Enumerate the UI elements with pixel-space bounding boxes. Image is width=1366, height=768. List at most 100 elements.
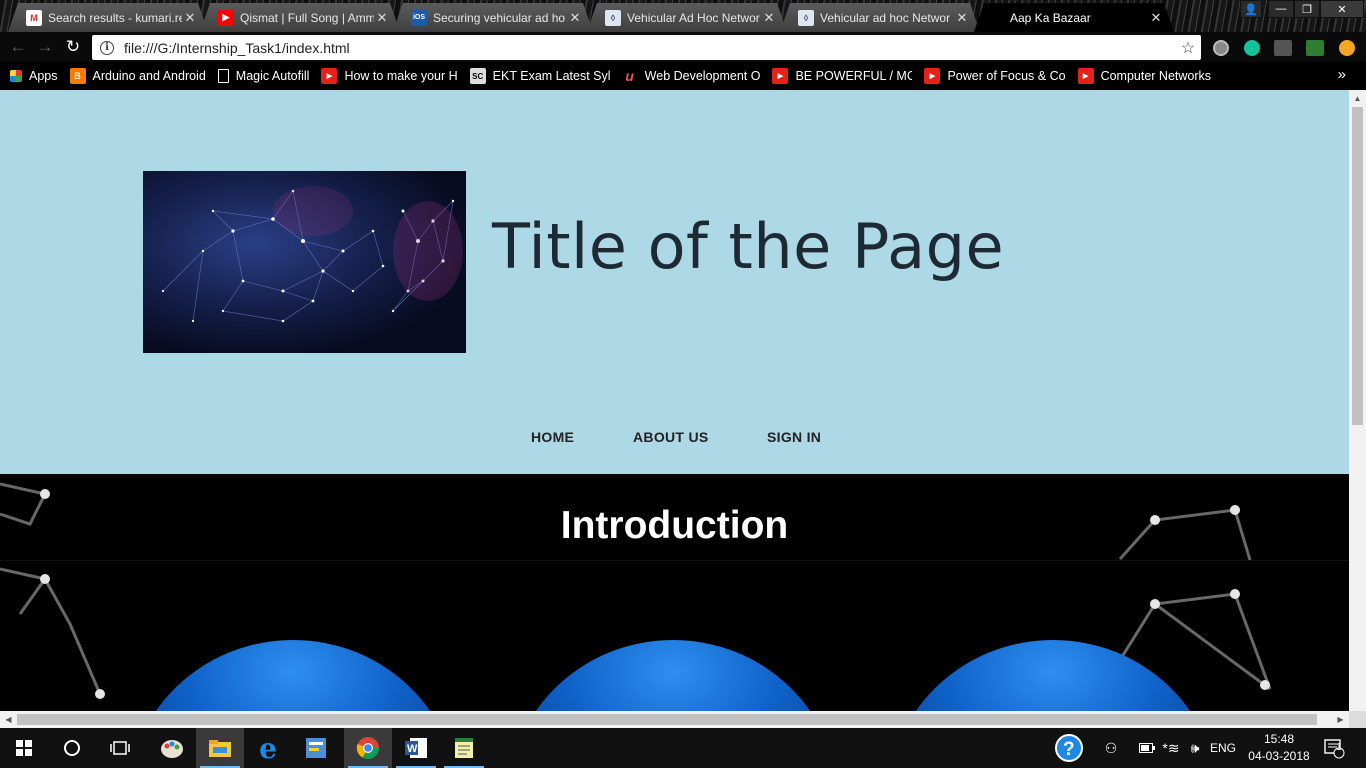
tab-title: Search results - kumari.re xyxy=(48,10,182,25)
windows-taskbar: e W ? ⚇ *≋ 🕪 ENG 15:48 04-03-2018 1 xyxy=(0,728,1366,768)
action-center-icon[interactable]: 1 xyxy=(1318,728,1350,768)
network-graphic xyxy=(161,186,463,323)
close-icon[interactable]: ✕ xyxy=(954,10,970,26)
bookmark-label: EKT Exam Latest Sylla xyxy=(492,69,610,83)
intro-heading: Introduction xyxy=(560,504,789,547)
bookmark-label: Arduino and Android xyxy=(92,69,206,83)
chrome-icon[interactable] xyxy=(344,728,392,768)
bookmark-label: BE POWERFUL / MOT xyxy=(795,69,913,83)
reload-button[interactable]: ↻ xyxy=(63,37,83,57)
vertical-scrollbar[interactable]: ▲ xyxy=(1349,90,1366,711)
cortana-search-icon[interactable] xyxy=(48,728,96,768)
info-icon[interactable]: i xyxy=(100,40,114,55)
myntra-extension-icon[interactable] xyxy=(1274,40,1292,56)
bookmark-how-to[interactable]: ▶ How to make your H xyxy=(321,65,458,87)
bookmark-star-icon[interactable]: ☆ xyxy=(1175,38,1201,58)
close-icon[interactable]: ✕ xyxy=(567,10,583,26)
bookmark-magic-autofill[interactable]: Magic Autofill xyxy=(217,65,310,87)
paint-icon[interactable] xyxy=(148,728,196,768)
bookmark-web-dev[interactable]: u Web Development O xyxy=(622,65,761,87)
page-icon xyxy=(217,69,229,83)
back-button[interactable]: ← xyxy=(8,37,28,57)
youtube-icon: ▶ xyxy=(218,10,234,26)
page-header: Title of the Page HOME ABOUT US SIGN IN xyxy=(0,90,1349,474)
bookmarks-bar: Apps B Arduino and Android Magic Autofil… xyxy=(0,62,1366,90)
bookmark-ekt[interactable]: SC EKT Exam Latest Sylla xyxy=(469,65,610,87)
profile-icon[interactable]: 👤 xyxy=(1240,0,1262,18)
chevron-right-icon[interactable]: » xyxy=(1338,66,1346,83)
notification-count: 1 xyxy=(1336,742,1342,753)
bookmark-label: Power of Focus & Co xyxy=(947,69,1066,83)
help-icon[interactable]: ? xyxy=(1051,728,1087,768)
restore-button[interactable]: ❐ xyxy=(1294,0,1320,18)
network-banner-image xyxy=(143,171,466,353)
bookmark-label: Web Development O xyxy=(644,69,761,83)
task-view-icon[interactable] xyxy=(96,728,144,768)
gmail-icon: M xyxy=(26,10,42,26)
apps-grid-icon xyxy=(10,70,22,82)
bookmark-label: Magic Autofill xyxy=(235,69,310,83)
close-icon[interactable]: ✕ xyxy=(182,10,198,26)
tab-vehicular-2[interactable]: ◊ Vehicular ad hoc Networ ✕ xyxy=(780,3,980,32)
browser-toolbar: ← → ↻ i file:///G:/Internship_Task1/inde… xyxy=(0,32,1366,62)
tab-securing-vehicular[interactable]: iOS Securing vehicular ad ho ✕ xyxy=(393,3,593,32)
tab-title: Qismat | Full Song | Amm xyxy=(240,10,374,25)
horizontal-scroll-thumb[interactable] xyxy=(17,714,1317,725)
clock-date: 04-03-2018 xyxy=(1248,749,1310,763)
tab-title: Securing vehicular ad ho xyxy=(433,10,566,25)
tab-gmail[interactable]: M Search results - kumari.re ✕ xyxy=(8,3,208,32)
tab-title: Vehicular Ad Hoc Networ xyxy=(627,10,760,25)
scroll-up-arrow-icon[interactable]: ▲ xyxy=(1349,90,1366,107)
blogger-icon: B xyxy=(69,68,86,84)
main-nav: HOME ABOUT US SIGN IN xyxy=(0,429,1349,449)
nav-home-link[interactable]: HOME xyxy=(531,429,574,445)
nav-about-us-link[interactable]: ABOUT US xyxy=(633,429,709,445)
document-icon: ◊ xyxy=(605,10,621,26)
bookmark-be-powerful[interactable]: ▶ BE POWERFUL / MOT xyxy=(772,65,912,87)
bookmark-computer-networks[interactable]: ▶ Computer Networks xyxy=(1077,65,1212,87)
minimize-button[interactable]: — xyxy=(1268,0,1294,18)
notepad-plus-icon[interactable] xyxy=(292,728,340,768)
tab-aap-ka-bazaar[interactable]: Aap Ka Bazaar ✕ xyxy=(974,3,1174,32)
battery-icon[interactable] xyxy=(1137,728,1157,768)
file-explorer-icon[interactable] xyxy=(196,728,244,768)
volume-icon[interactable]: 🕪 xyxy=(1184,728,1206,768)
edge-icon[interactable]: e xyxy=(244,728,292,768)
scroll-right-arrow-icon[interactable]: ▶ xyxy=(1332,711,1349,728)
clock[interactable]: 15:48 04-03-2018 xyxy=(1243,731,1315,765)
tab-title: Aap Ka Bazaar xyxy=(1010,10,1091,25)
document-icon: ◊ xyxy=(798,10,814,26)
close-window-button[interactable]: ✕ xyxy=(1320,0,1364,18)
scroll-left-arrow-icon[interactable]: ◀ xyxy=(0,711,17,728)
forward-button[interactable]: → xyxy=(35,37,55,57)
page-viewport: Title of the Page HOME ABOUT US SIGN IN xyxy=(0,90,1366,728)
bookmark-arduino[interactable]: B Arduino and Android xyxy=(69,65,206,87)
youtube-icon: ▶ xyxy=(772,68,789,84)
url-text[interactable]: file:///G:/Internship_Task1/index.html xyxy=(124,40,1175,56)
wifi-icon[interactable]: *≋ xyxy=(1160,728,1182,768)
address-bar[interactable]: i file:///G:/Internship_Task1/index.html… xyxy=(92,35,1201,60)
close-icon[interactable]: ✕ xyxy=(761,10,777,26)
nav-sign-in-link[interactable]: SIGN IN xyxy=(767,429,821,445)
update-icon[interactable] xyxy=(1339,40,1355,56)
grid-extension-icon[interactable] xyxy=(1306,40,1324,56)
windows-start-icon[interactable] xyxy=(0,728,48,768)
svg-text:W: W xyxy=(407,743,418,755)
bookmark-label: Computer Networks xyxy=(1100,69,1212,83)
notepad-icon[interactable] xyxy=(440,728,488,768)
vertical-scroll-thumb[interactable] xyxy=(1352,107,1363,425)
tab-youtube[interactable]: ▶ Qismat | Full Song | Amm ✕ xyxy=(200,3,400,32)
bookmark-apps[interactable]: Apps xyxy=(10,65,58,87)
close-icon[interactable]: ✕ xyxy=(1148,10,1164,26)
tab-vehicular-1[interactable]: ◊ Vehicular Ad Hoc Networ ✕ xyxy=(587,3,787,32)
language-indicator[interactable]: ENG xyxy=(1208,728,1238,768)
bookmark-label: Apps xyxy=(29,69,58,83)
grammarly-icon[interactable] xyxy=(1244,40,1260,56)
bookmark-power-of-focus[interactable]: ▶ Power of Focus & Co xyxy=(924,65,1066,87)
people-icon[interactable]: ⚇ xyxy=(1099,728,1123,768)
horizontal-scrollbar[interactable]: ◀ ▶ xyxy=(0,711,1349,728)
bookmark-label: How to make your H xyxy=(344,69,458,83)
word-icon[interactable]: W xyxy=(392,728,440,768)
extension-icon[interactable] xyxy=(1213,40,1229,56)
close-icon[interactable]: ✕ xyxy=(374,10,390,26)
